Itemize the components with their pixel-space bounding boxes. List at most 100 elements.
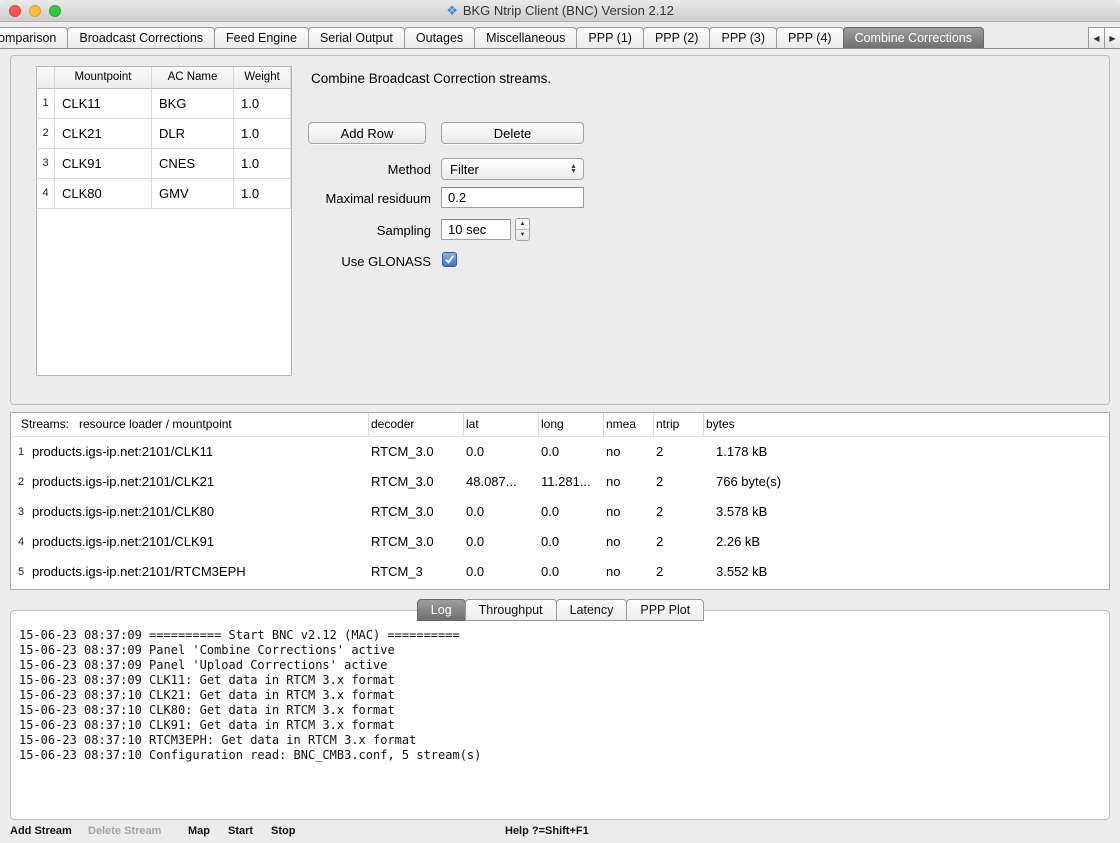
log-frame[interactable]: 15-06-23 08:37:09 ========== Start BNC v… bbox=[10, 610, 1110, 820]
row-number: 2 bbox=[37, 119, 55, 149]
cell-ntrip: 2 bbox=[654, 467, 704, 497]
cell-ntrip: 2 bbox=[654, 437, 704, 467]
cell-decoder: RTCM_3.0 bbox=[369, 437, 464, 467]
row-number: 5 bbox=[11, 557, 31, 587]
row-number: 1 bbox=[11, 437, 31, 467]
cell-decoder: RTCM_3 bbox=[369, 557, 464, 587]
cell-long: 0.0 bbox=[539, 437, 604, 467]
tab-miscellaneous[interactable]: Miscellaneous bbox=[474, 27, 577, 48]
stop-button[interactable]: Stop bbox=[271, 825, 295, 837]
maximal-residuum-input[interactable] bbox=[441, 187, 584, 208]
tab-broadcast-corrections[interactable]: Broadcast Corrections bbox=[67, 27, 215, 48]
tab-scroll-right-button[interactable]: ▶ bbox=[1104, 27, 1120, 48]
use-glonass-checkbox[interactable] bbox=[442, 252, 457, 267]
row-number: 4 bbox=[11, 527, 31, 557]
col-header-ac-name[interactable]: AC Name bbox=[152, 67, 234, 89]
col-header-lat[interactable]: lat bbox=[464, 413, 539, 437]
tab-comparison[interactable]: omparison bbox=[0, 27, 68, 48]
log-line: 15-06-23 08:37:09 ========== Start BNC v… bbox=[19, 628, 1101, 643]
cell-lat: 0.0 bbox=[464, 497, 539, 527]
sampling-stepper: ▲ ▼ bbox=[515, 218, 530, 241]
mountpoint-table-header: Mountpoint AC Name Weight bbox=[37, 67, 291, 89]
stepper-down-button[interactable]: ▼ bbox=[516, 230, 529, 240]
cell-long: 0.0 bbox=[539, 557, 604, 587]
chevron-left-icon: ◀ bbox=[1093, 34, 1099, 43]
sampling-input[interactable] bbox=[441, 219, 511, 240]
cell-mountpoint: products.igs-ip.net:2101/CLK11 bbox=[31, 437, 369, 467]
stream-row[interactable]: 2 products.igs-ip.net:2101/CLK21 RTCM_3.… bbox=[11, 467, 1109, 497]
cell-lat: 48.087... bbox=[464, 467, 539, 497]
cell-nmea: no bbox=[604, 527, 654, 557]
delete-button[interactable]: Delete bbox=[441, 122, 584, 144]
cell-decoder: RTCM_3.0 bbox=[369, 497, 464, 527]
col-header-bytes[interactable]: bytes bbox=[704, 413, 1109, 437]
table-row[interactable]: 1 CLK11 BKG 1.0 bbox=[37, 89, 291, 119]
tab-ppp-2[interactable]: PPP (2) bbox=[643, 27, 711, 48]
sampling-label: Sampling bbox=[261, 223, 431, 238]
stepper-up-button[interactable]: ▲ bbox=[516, 219, 529, 230]
col-header-ntrip[interactable]: ntrip bbox=[654, 413, 704, 437]
tab-combine-corrections[interactable]: Combine Corrections bbox=[843, 27, 984, 48]
col-header-nmea[interactable]: nmea bbox=[604, 413, 654, 437]
cell-ac-name: GMV bbox=[152, 179, 234, 209]
cell-mountpoint: products.igs-ip.net:2101/RTCM3EPH bbox=[31, 557, 369, 587]
cell-lat: 0.0 bbox=[464, 437, 539, 467]
cell-nmea: no bbox=[604, 497, 654, 527]
help-hint-label: Help ?=Shift+F1 bbox=[505, 825, 589, 837]
stream-row[interactable]: 4 products.igs-ip.net:2101/CLK91 RTCM_3.… bbox=[11, 527, 1109, 557]
combine-corrections-panel: Mountpoint AC Name Weight 1 CLK11 BKG 1.… bbox=[10, 55, 1110, 405]
stream-row[interactable]: 5 products.igs-ip.net:2101/RTCM3EPH RTCM… bbox=[11, 557, 1109, 587]
col-header-mountpoint[interactable]: Mountpoint bbox=[55, 67, 152, 89]
tab-ppp-plot[interactable]: PPP Plot bbox=[626, 599, 704, 621]
tab-log[interactable]: Log bbox=[417, 599, 466, 621]
tab-outages[interactable]: Outages bbox=[404, 27, 475, 48]
tab-scroll-left-button[interactable]: ◀ bbox=[1088, 27, 1105, 48]
cell-mountpoint: CLK91 bbox=[55, 149, 152, 179]
tab-latency[interactable]: Latency bbox=[556, 599, 628, 621]
streams-table[interactable]: Streams: resource loader / mountpoint de… bbox=[10, 412, 1110, 590]
cell-mountpoint: products.igs-ip.net:2101/CLK91 bbox=[31, 527, 369, 557]
tab-ppp-1[interactable]: PPP (1) bbox=[576, 27, 644, 48]
col-header-decoder[interactable]: decoder bbox=[369, 413, 464, 437]
add-stream-button[interactable]: Add Stream bbox=[10, 825, 72, 837]
delete-stream-button[interactable]: Delete Stream bbox=[88, 825, 161, 837]
cell-nmea: no bbox=[604, 557, 654, 587]
log-content: 15-06-23 08:37:09 ========== Start BNC v… bbox=[19, 628, 1101, 813]
titlebar[interactable]: ❖ BKG Ntrip Client (BNC) Version 2.12 bbox=[0, 0, 1120, 22]
cell-bytes: 2.26 kB bbox=[704, 527, 1109, 557]
table-row[interactable]: 2 CLK21 DLR 1.0 bbox=[37, 119, 291, 149]
tab-feed-engine[interactable]: Feed Engine bbox=[214, 27, 309, 48]
cell-lat: 0.0 bbox=[464, 527, 539, 557]
streams-header: Streams: resource loader / mountpoint de… bbox=[11, 413, 1109, 437]
col-header-streams[interactable]: Streams: resource loader / mountpoint bbox=[11, 413, 369, 437]
log-line: 15-06-23 08:37:09 Panel 'Combine Correct… bbox=[19, 643, 1101, 658]
tab-ppp-3[interactable]: PPP (3) bbox=[709, 27, 777, 48]
log-line: 15-06-23 08:37:10 CLK91: Get data in RTC… bbox=[19, 718, 1101, 733]
tab-ppp-4[interactable]: PPP (4) bbox=[776, 27, 844, 48]
log-line: 15-06-23 08:37:10 CLK80: Get data in RTC… bbox=[19, 703, 1101, 718]
cell-ac-name: DLR bbox=[152, 119, 234, 149]
add-row-button[interactable]: Add Row bbox=[308, 122, 426, 144]
cell-decoder: RTCM_3.0 bbox=[369, 527, 464, 557]
method-select[interactable]: Filter ▲▼ bbox=[441, 158, 584, 180]
stream-row[interactable]: 3 products.igs-ip.net:2101/CLK80 RTCM_3.… bbox=[11, 497, 1109, 527]
table-row[interactable]: 3 CLK91 CNES 1.0 bbox=[37, 149, 291, 179]
method-label: Method bbox=[261, 162, 431, 177]
tab-serial-output[interactable]: Serial Output bbox=[308, 27, 405, 48]
map-button[interactable]: Map bbox=[188, 825, 210, 837]
maximal-residuum-label: Maximal residuum bbox=[261, 191, 431, 206]
cell-long: 0.0 bbox=[539, 527, 604, 557]
use-glonass-label: Use GLONASS bbox=[261, 254, 431, 269]
col-header-long[interactable]: long bbox=[539, 413, 604, 437]
row-number: 4 bbox=[37, 179, 55, 209]
table-row[interactable]: 4 CLK80 GMV 1.0 bbox=[37, 179, 291, 209]
stream-row[interactable]: 1 products.igs-ip.net:2101/CLK11 RTCM_3.… bbox=[11, 437, 1109, 467]
mountpoint-table[interactable]: Mountpoint AC Name Weight 1 CLK11 BKG 1.… bbox=[36, 66, 292, 376]
start-button[interactable]: Start bbox=[228, 825, 253, 837]
col-header-weight[interactable]: Weight bbox=[234, 67, 291, 89]
tab-throughput[interactable]: Throughput bbox=[465, 599, 557, 621]
row-number: 3 bbox=[37, 149, 55, 179]
app-icon: ❖ bbox=[446, 4, 458, 17]
cell-weight: 1.0 bbox=[234, 89, 291, 119]
cell-mountpoint: CLK21 bbox=[55, 119, 152, 149]
